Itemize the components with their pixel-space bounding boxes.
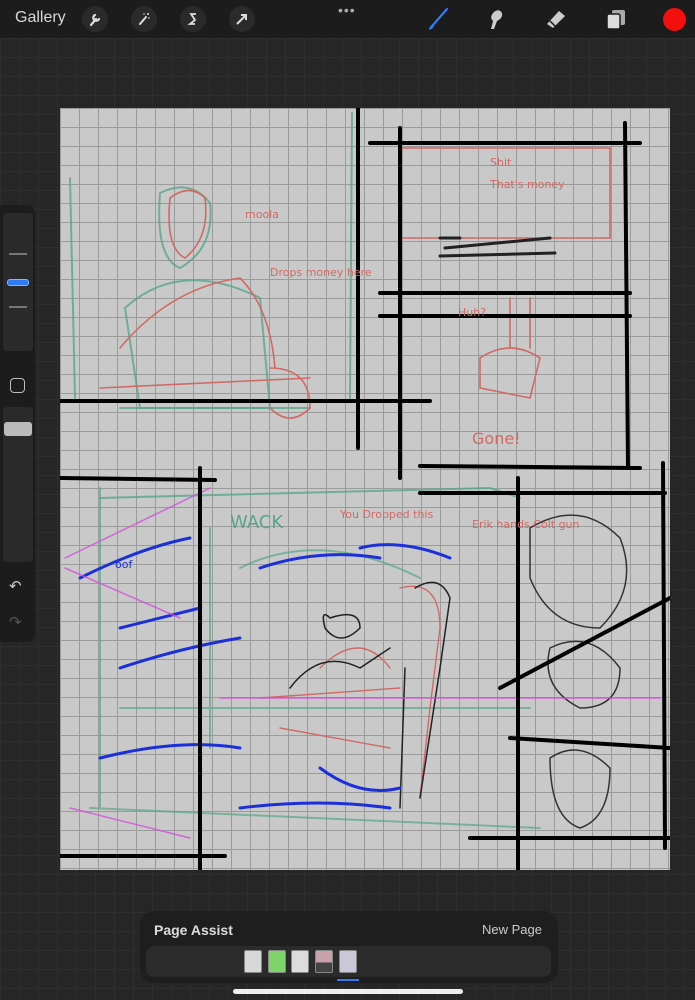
annotation-text: moola [245, 208, 279, 221]
opacity-slider[interactable] [3, 407, 33, 562]
magic-wand-icon[interactable] [131, 6, 157, 32]
smudge-icon[interactable] [482, 6, 508, 32]
brush-icon[interactable] [425, 6, 451, 32]
annotation-text: Erik hands Colt gun [472, 518, 580, 531]
annotation-text: Huh? [458, 306, 486, 319]
magenta-guides [64, 487, 661, 839]
drawing-canvas[interactable]: moola Drops money here Shit That's money… [60, 108, 670, 870]
transform-arrow-icon[interactable] [229, 6, 255, 32]
redo-icon[interactable]: ↷ [9, 613, 22, 631]
selection-icon[interactable] [180, 6, 206, 32]
page-assist-title: Page Assist [154, 922, 233, 938]
annotation-text: WACK [230, 512, 284, 533]
gallery-button[interactable]: Gallery [15, 9, 66, 27]
brush-size-handle[interactable] [7, 279, 29, 286]
ink-figures [289, 581, 451, 809]
top-toolbar: Gallery ••• [0, 0, 695, 38]
page-thumbnail[interactable] [291, 950, 309, 973]
page-thumbnail[interactable] [315, 950, 333, 973]
green-sketch-lines [69, 112, 521, 499]
page-thumbnail[interactable] [268, 950, 286, 973]
new-page-button[interactable]: New Page [482, 922, 542, 937]
color-picker-button[interactable] [663, 8, 686, 31]
money-stack [438, 236, 557, 258]
wrench-icon[interactable] [82, 6, 108, 32]
annotation-text: Shit [490, 156, 512, 169]
face-closeups [529, 514, 628, 829]
page-thumbnail-current[interactable] [339, 950, 357, 973]
annotation-text: oof [115, 558, 133, 571]
current-page-indicator [337, 979, 359, 981]
red-action-sketch [259, 585, 441, 799]
modify-button[interactable] [10, 378, 25, 393]
red-figure-sketch [99, 189, 311, 419]
brush-size-slider[interactable] [3, 213, 33, 351]
page-thumbnail[interactable] [244, 950, 262, 973]
annotation-text: Drops money here [270, 266, 372, 279]
more-options-icon[interactable]: ••• [338, 2, 356, 18]
comic-artwork: moola Drops money here Shit That's money… [60, 108, 670, 870]
panel-borders [60, 108, 670, 870]
annotation-text: You Dropped this [339, 508, 433, 521]
home-indicator[interactable] [233, 989, 463, 994]
page-assist-panel: Page Assist New Page [140, 911, 558, 983]
opacity-handle[interactable] [4, 422, 32, 436]
undo-icon[interactable]: ↶ [9, 577, 22, 595]
sketch-annotations: moola Drops money here Shit That's money… [115, 156, 580, 571]
eraser-icon[interactable] [543, 6, 569, 32]
blue-speed-lines [78, 536, 452, 810]
brush-sidebar: ↶ ↷ [0, 205, 35, 642]
red-hand-sketch [479, 297, 541, 399]
page-thumbnail-strip [146, 946, 551, 981]
layers-icon[interactable] [603, 6, 629, 32]
annotation-text: Gone! [472, 429, 521, 448]
annotation-text: That's money [489, 178, 565, 191]
